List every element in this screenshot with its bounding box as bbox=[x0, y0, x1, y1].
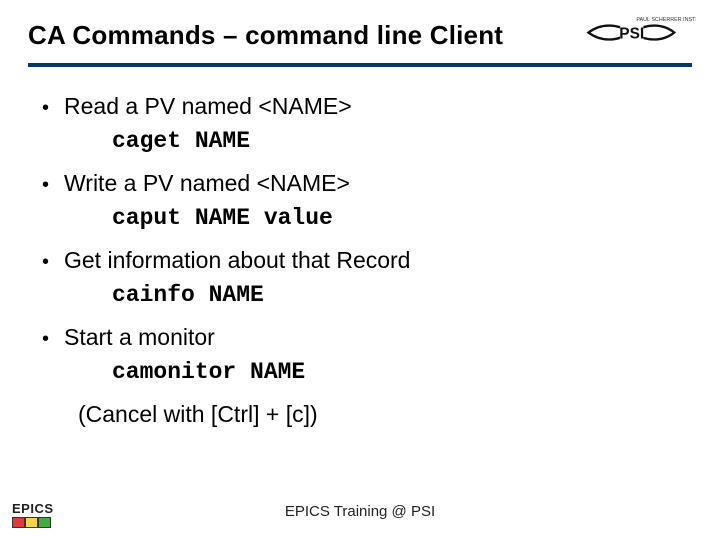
list-item: • Read a PV named <NAME> caget NAME bbox=[42, 89, 692, 158]
item-command: caget NAME bbox=[42, 125, 692, 158]
bullet-icon: • bbox=[42, 247, 64, 278]
item-description: Get information about that Record bbox=[64, 243, 410, 279]
slide: CA Commands – command line Client PAUL S… bbox=[0, 0, 720, 540]
item-description: Start a monitor bbox=[64, 320, 215, 356]
item-command: caput NAME value bbox=[42, 202, 692, 235]
bullet-icon: • bbox=[42, 324, 64, 355]
bullet-icon: • bbox=[42, 170, 64, 201]
content: • Read a PV named <NAME> caget NAME • Wr… bbox=[28, 89, 692, 433]
title-divider bbox=[28, 63, 692, 67]
title-row: CA Commands – command line Client PAUL S… bbox=[28, 20, 692, 61]
bullet-icon: • bbox=[42, 93, 64, 124]
cancel-note: (Cancel with [Ctrl] + [c]) bbox=[42, 397, 692, 433]
psi-logo: PAUL SCHERRER INSTITUT PSI bbox=[586, 14, 696, 48]
psi-institute-text: PAUL SCHERRER INSTITUT bbox=[636, 17, 696, 23]
item-command: cainfo NAME bbox=[42, 279, 692, 312]
footer: EPICS EPICS Training @ PSI bbox=[0, 486, 720, 530]
footer-text: EPICS Training @ PSI bbox=[0, 503, 720, 520]
item-command: camonitor NAME bbox=[42, 356, 692, 389]
list-item: • Start a monitor camonitor NAME bbox=[42, 320, 692, 389]
psi-logo-text: PSI bbox=[619, 26, 644, 43]
list-item: • Write a PV named <NAME> caput NAME val… bbox=[42, 166, 692, 235]
item-description: Write a PV named <NAME> bbox=[64, 166, 350, 202]
list-item: • Get information about that Record cain… bbox=[42, 243, 692, 312]
item-description: Read a PV named <NAME> bbox=[64, 89, 352, 125]
